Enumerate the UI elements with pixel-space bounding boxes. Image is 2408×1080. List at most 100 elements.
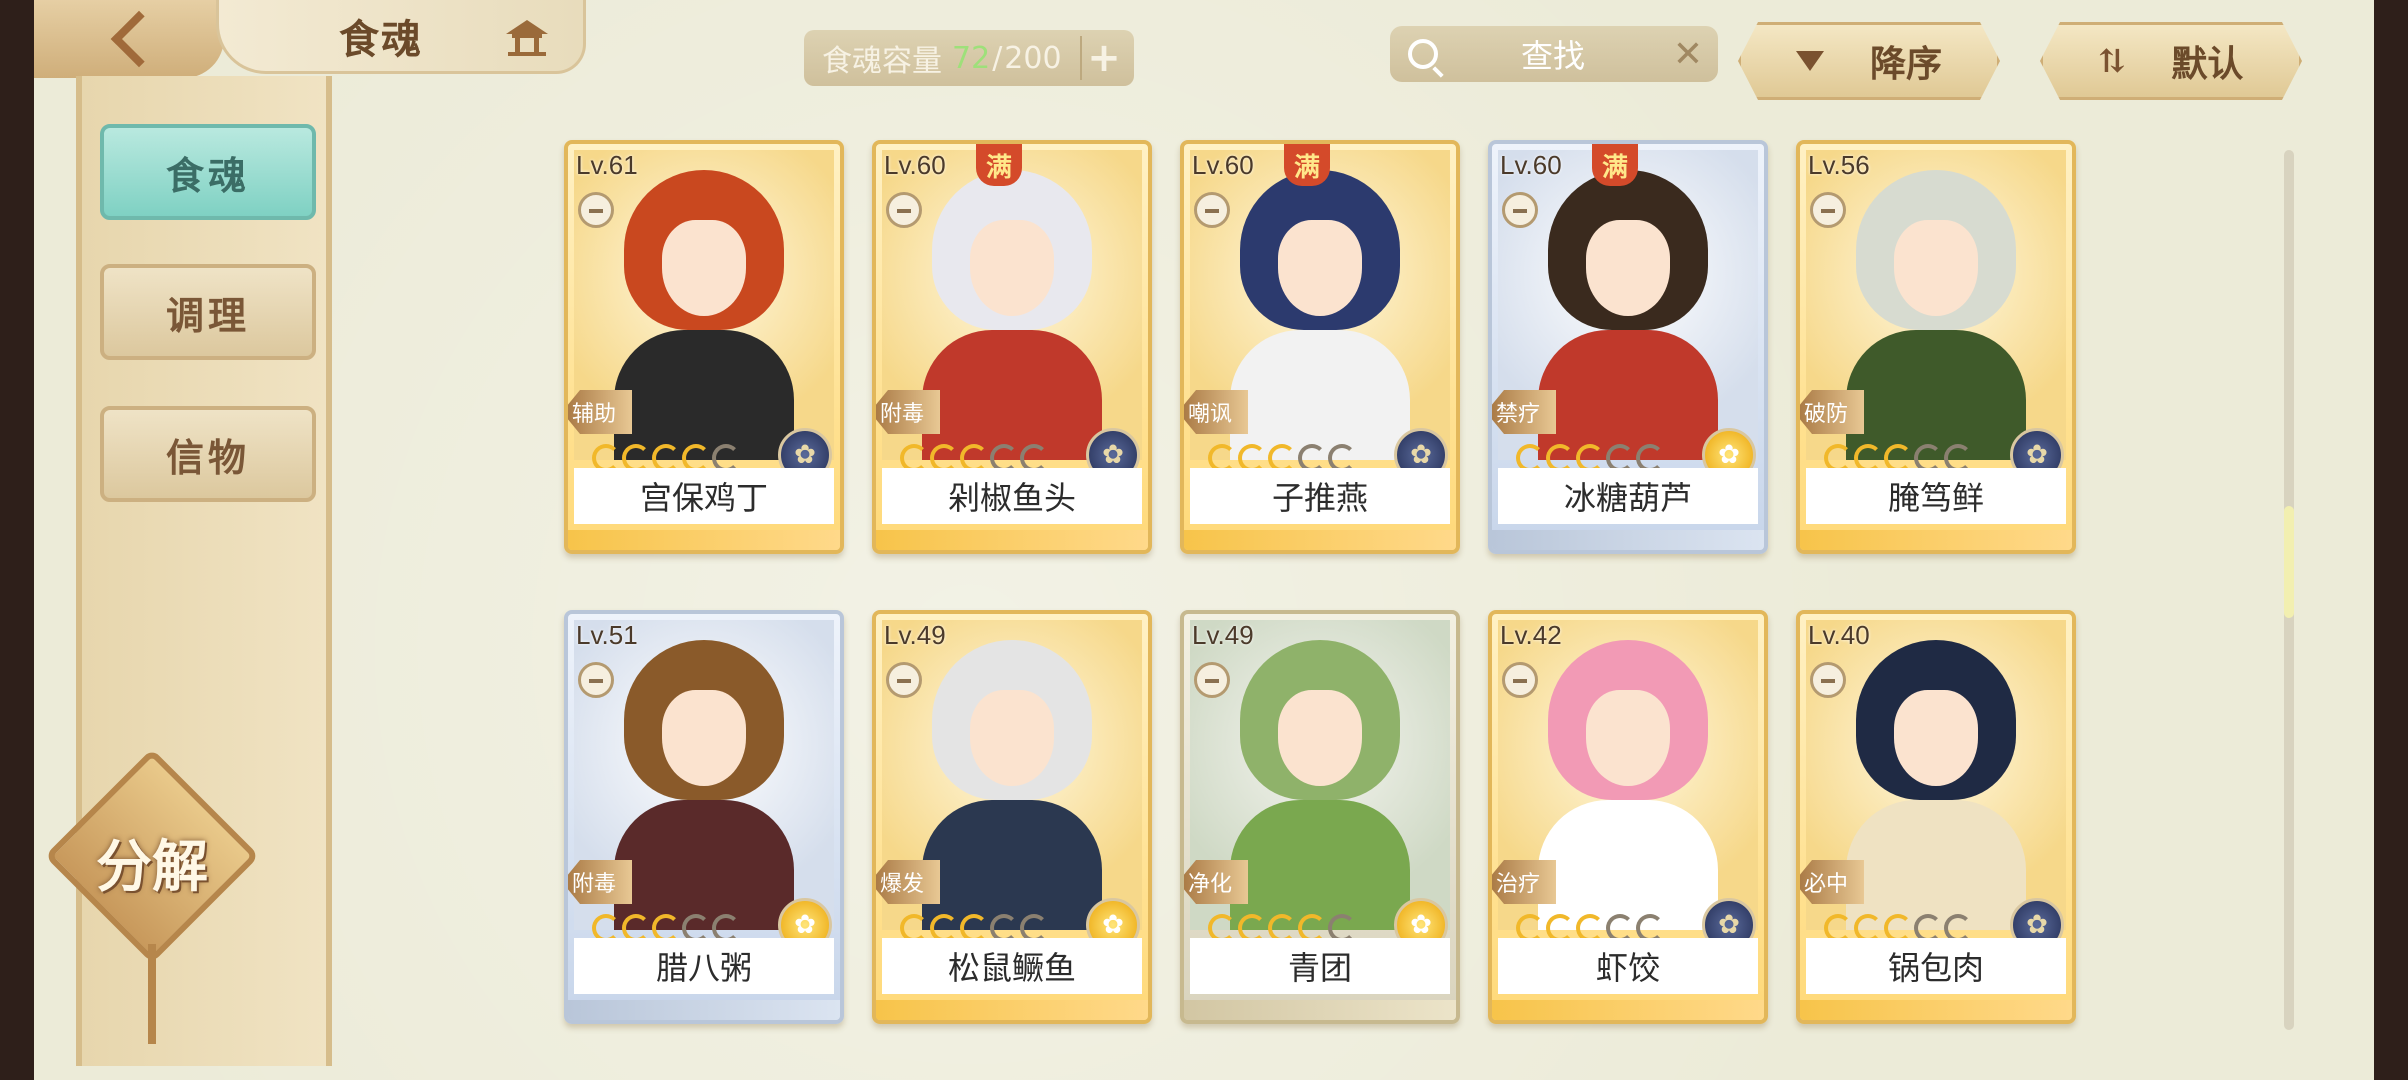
level-label: Lv.49: [1192, 620, 1254, 650]
default-label: 默认: [2171, 43, 2244, 85]
portrait-face: [1278, 220, 1362, 316]
search-icon: [1408, 39, 1438, 69]
card-footer: [1492, 530, 1764, 550]
card-footer: [1184, 530, 1456, 550]
character-name: 腌笃鲜: [1806, 468, 2066, 524]
capacity-label: 食魂容量: [822, 44, 942, 79]
maxed-badge: 满: [976, 144, 1022, 186]
character-name: 青团: [1190, 938, 1450, 994]
maxed-badge: 满: [1284, 144, 1330, 186]
portrait-face: [970, 690, 1054, 786]
food-soul-card[interactable]: Lv.56 破防 ✿ 腌笃鲜: [1796, 140, 2076, 554]
level-label: Lv.42: [1500, 620, 1562, 650]
character-name: 锅包肉: [1806, 938, 2066, 994]
portrait-body: [922, 330, 1102, 460]
level-label: Lv.60: [1192, 150, 1254, 180]
bond-token-icon: [578, 192, 614, 228]
tassel-decoration: [148, 944, 156, 1044]
portrait-body: [1230, 800, 1410, 930]
clear-icon[interactable]: ✕: [1668, 34, 1708, 75]
bond-token-icon: [578, 662, 614, 698]
level-label: Lv.61: [576, 150, 638, 180]
top-bar: 食魂 食魂容量 72 / 200 + 查找 ✕ 降序 ⇅ 默认: [34, 0, 2374, 80]
level-label: Lv.60: [1500, 150, 1562, 180]
sort-mode-icon: ⇅: [2098, 42, 2126, 80]
character-name: 冰糖葫芦: [1498, 468, 1758, 524]
scrollbar[interactable]: [2284, 150, 2294, 1030]
sort-mode-button[interactable]: ⇅ 默认: [2040, 22, 2302, 100]
left-edge: [0, 0, 34, 1080]
bond-token-icon: [1502, 192, 1538, 228]
food-soul-card[interactable]: Lv.40 必中 ✿ 锅包肉: [1796, 610, 2076, 1024]
food-soul-card[interactable]: Lv.60 满 嘲讽 ✿ 子推燕: [1180, 140, 1460, 554]
bond-token-icon: [1502, 662, 1538, 698]
back-button[interactable]: [34, 0, 224, 78]
card-footer: [568, 1000, 840, 1020]
character-name: 虾饺: [1498, 938, 1758, 994]
right-edge: [2374, 0, 2408, 1080]
portrait-body: [1538, 330, 1718, 460]
capacity-max: 200: [1004, 40, 1062, 76]
scrollbar-thumb[interactable]: [2284, 506, 2294, 618]
food-soul-card[interactable]: Lv.51 附毒 ✿ 腊八粥: [564, 610, 844, 1024]
bond-token-icon: [886, 662, 922, 698]
portrait-body: [1846, 330, 2026, 460]
character-name: 宫保鸡丁: [574, 468, 834, 524]
card-grid: Lv.61 辅助 ✿ 宫保鸡丁 Lv.60 满 附毒 ✿ 剁椒鱼头 Lv.60 …: [564, 140, 2124, 1040]
sort-order-button[interactable]: 降序: [1738, 22, 2000, 100]
sidebar-item-cooking[interactable]: 调理: [100, 264, 316, 360]
card-footer: [1800, 1000, 2072, 1020]
portrait-body: [1538, 800, 1718, 930]
portrait-face: [970, 220, 1054, 316]
card-footer: [876, 1000, 1148, 1020]
decompose-label: 分解: [96, 834, 208, 900]
card-footer: [876, 530, 1148, 550]
bond-token-icon: [886, 192, 922, 228]
food-soul-card[interactable]: Lv.49 净化 ✿ 青团: [1180, 610, 1460, 1024]
portrait-body: [1846, 800, 2026, 930]
card-footer: [1492, 1000, 1764, 1020]
sidebar-item-food-soul[interactable]: 食魂: [100, 124, 316, 220]
portrait-body: [614, 800, 794, 930]
sort-arrow-icon: [1796, 51, 1824, 71]
portrait-face: [662, 690, 746, 786]
search-placeholder: 查找: [1520, 37, 1585, 75]
bond-token-icon: [1194, 662, 1230, 698]
maxed-badge: 满: [1592, 144, 1638, 186]
capacity-separator: /: [992, 40, 1003, 76]
character-name: 子推燕: [1190, 468, 1450, 524]
portrait-face: [662, 220, 746, 316]
card-footer: [1800, 530, 2072, 550]
level-label: Lv.60: [884, 150, 946, 180]
sort-label: 降序: [1869, 43, 1942, 85]
food-soul-card[interactable]: Lv.60 满 禁疗 ✿ 冰糖葫芦: [1488, 140, 1768, 554]
character-name: 松鼠鳜鱼: [882, 938, 1142, 994]
portrait-body: [922, 800, 1102, 930]
level-label: Lv.56: [1808, 150, 1870, 180]
card-footer: [568, 530, 840, 550]
food-soul-screen: 食魂 食魂容量 72 / 200 + 查找 ✕ 降序 ⇅ 默认 食魂 调理 信物…: [34, 0, 2374, 1080]
level-label: Lv.49: [884, 620, 946, 650]
food-soul-card[interactable]: Lv.60 满 附毒 ✿ 剁椒鱼头: [872, 140, 1152, 554]
food-soul-card[interactable]: Lv.61 辅助 ✿ 宫保鸡丁: [564, 140, 844, 554]
back-arrow-icon: [110, 10, 168, 68]
portrait-face: [1894, 220, 1978, 316]
search-box[interactable]: 查找 ✕: [1390, 26, 1718, 82]
portrait-face: [1586, 690, 1670, 786]
food-soul-card[interactable]: Lv.42 治疗 ✿ 虾饺: [1488, 610, 1768, 1024]
level-label: Lv.51: [576, 620, 638, 650]
food-soul-card[interactable]: Lv.49 爆发 ✿ 松鼠鳜鱼: [872, 610, 1152, 1024]
character-name: 剁椒鱼头: [882, 468, 1142, 524]
portrait-face: [1278, 690, 1362, 786]
add-capacity-button[interactable]: +: [1080, 35, 1126, 81]
portrait-body: [614, 330, 794, 460]
bond-token-icon: [1194, 192, 1230, 228]
pavilion-icon[interactable]: [504, 18, 550, 58]
bond-token-icon: [1810, 192, 1846, 228]
sidebar-item-tokens[interactable]: 信物: [100, 406, 316, 502]
character-name: 腊八粥: [574, 938, 834, 994]
capacity-display: 食魂容量 72 / 200 +: [804, 30, 1134, 86]
page-title: 食魂: [339, 15, 423, 63]
portrait-face: [1586, 220, 1670, 316]
portrait-face: [1894, 690, 1978, 786]
